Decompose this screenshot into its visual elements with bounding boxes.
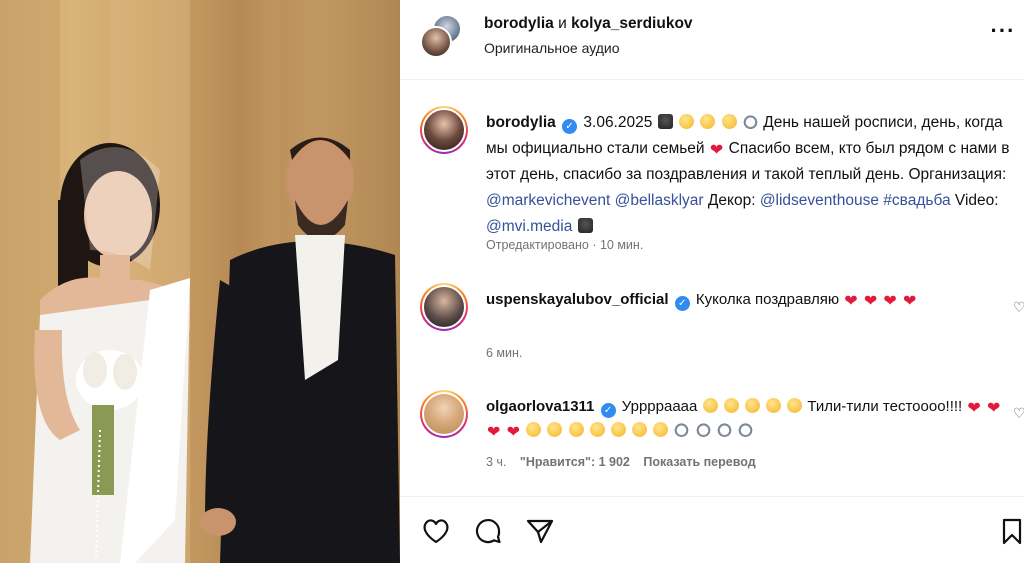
- comment-text-2: Тили-тили тестоооо!!!!: [807, 398, 963, 415]
- key-emoji-icon: [721, 114, 737, 129]
- heart-emoji-icon: ❤: [967, 400, 981, 417]
- heart-emoji-icon: ❤: [986, 400, 1001, 417]
- party-face-emoji-icon: [787, 398, 803, 413]
- mention-link[interactable]: @markevichevent: [486, 192, 610, 209]
- heart-emoji-icon: ❤: [506, 424, 520, 441]
- ring-emoji-icon: [742, 114, 758, 129]
- comment-meta: 3 ч. "Нравится": 1 902 Показать перевод: [486, 455, 756, 469]
- verified-icon: ✓: [562, 119, 578, 134]
- post-header: borodylia и kolya_serdiukov Оригинальное…: [400, 0, 1024, 80]
- comment-likes-count[interactable]: "Нравится": 1 902: [520, 455, 630, 469]
- verified-icon: ✓: [674, 296, 690, 311]
- camera-emoji-icon: [577, 218, 593, 233]
- mention-link[interactable]: @bellasklyar: [615, 192, 704, 209]
- heart-emoji-icon: ❤: [487, 424, 501, 441]
- heart-emoji-icon: ❤: [709, 142, 724, 159]
- kiss-emoji-icon: [632, 422, 648, 437]
- ring-emoji-icon: [674, 422, 690, 437]
- heart-emoji-icon: ❤: [883, 293, 897, 310]
- caption-decor-label: Декор:: [707, 192, 760, 209]
- comment-like-icon[interactable]: ♡: [1013, 406, 1024, 420]
- more-icon[interactable]: ···: [988, 20, 1018, 50]
- verified-icon: ✓: [600, 403, 616, 418]
- comment-icon[interactable]: [472, 515, 504, 547]
- party-face-emoji-icon: [723, 398, 739, 413]
- caption-meta: Отредактировано · 10 мин.: [486, 238, 644, 252]
- comment-text-1: Урррраааа: [621, 398, 698, 415]
- heart-emoji-icon: ❤: [863, 293, 878, 310]
- wedding-photo-illustration: [0, 0, 400, 563]
- show-translation-link[interactable]: Показать перевод: [643, 455, 755, 469]
- comment-text: Куколка поздравляю: [695, 291, 840, 308]
- and-label: и: [558, 15, 567, 32]
- caption-date: 3.06.2025: [583, 114, 653, 131]
- comment-like-icon[interactable]: ♡: [1013, 300, 1024, 314]
- avatar: [420, 26, 452, 58]
- wedding-emoji-icon: [678, 114, 694, 129]
- kiss-emoji-icon: [589, 422, 605, 437]
- comment-username[interactable]: olgaorlova1311: [486, 398, 594, 415]
- heart-emoji-icon: ❤: [903, 293, 917, 310]
- party-face-emoji-icon: [702, 398, 718, 413]
- person-emoji-icon: [657, 114, 673, 129]
- coauthor-username[interactable]: kolya_serdiukov: [571, 15, 692, 32]
- heart-eyes-emoji-icon: [526, 422, 542, 437]
- audio-link[interactable]: Оригинальное аудио: [484, 40, 620, 56]
- collab-avatars[interactable]: [420, 14, 464, 58]
- bride-emoji-icon: [700, 114, 716, 129]
- caption-avatar[interactable]: [420, 106, 468, 154]
- comment-meta: 6 мин.: [486, 346, 523, 360]
- mention-link[interactable]: @lidseventhouse: [760, 192, 879, 209]
- ring-emoji-icon: [716, 422, 732, 437]
- comment-item: uspenskayalubov_official ✓ Куколка поздр…: [486, 288, 1016, 312]
- mention-link[interactable]: @mvi.media: [486, 218, 572, 235]
- kiss-emoji-icon: [653, 422, 669, 437]
- caption-video-label: Video:: [954, 192, 999, 209]
- heart-emoji-icon: ❤: [844, 293, 858, 310]
- share-icon[interactable]: [524, 515, 556, 547]
- action-bar: [400, 496, 1024, 563]
- heart-eyes-emoji-icon: [547, 422, 563, 437]
- heart-eyes-emoji-icon: [568, 422, 584, 437]
- post-panel: borodylia и kolya_serdiukov Оригинальное…: [400, 0, 1024, 563]
- comment-time: 3 ч.: [486, 455, 507, 469]
- heart-icon[interactable]: [420, 515, 452, 547]
- ring-emoji-icon: [737, 422, 753, 437]
- post-photo[interactable]: [0, 0, 400, 563]
- bookmark-icon[interactable]: [996, 515, 1024, 547]
- comment-avatar[interactable]: [420, 283, 468, 331]
- caption-username[interactable]: borodylia: [486, 114, 556, 131]
- post-caption: borodylia ✓ 3.06.2025 День нашей росписи…: [486, 110, 1024, 240]
- ring-emoji-icon: [695, 422, 711, 437]
- kiss-emoji-icon: [610, 422, 626, 437]
- hashtag-link[interactable]: #свадьба: [883, 192, 950, 209]
- party-face-emoji-icon: [744, 398, 760, 413]
- comment-avatar[interactable]: [420, 390, 468, 438]
- party-face-emoji-icon: [766, 398, 782, 413]
- author-username[interactable]: borodylia: [484, 15, 554, 32]
- post-authors: borodylia и kolya_serdiukov: [484, 15, 693, 33]
- comment-item: olgaorlova1311 ✓ Урррраааа Тили-тили тес…: [486, 395, 1016, 443]
- comment-username[interactable]: uspenskayalubov_official: [486, 291, 669, 308]
